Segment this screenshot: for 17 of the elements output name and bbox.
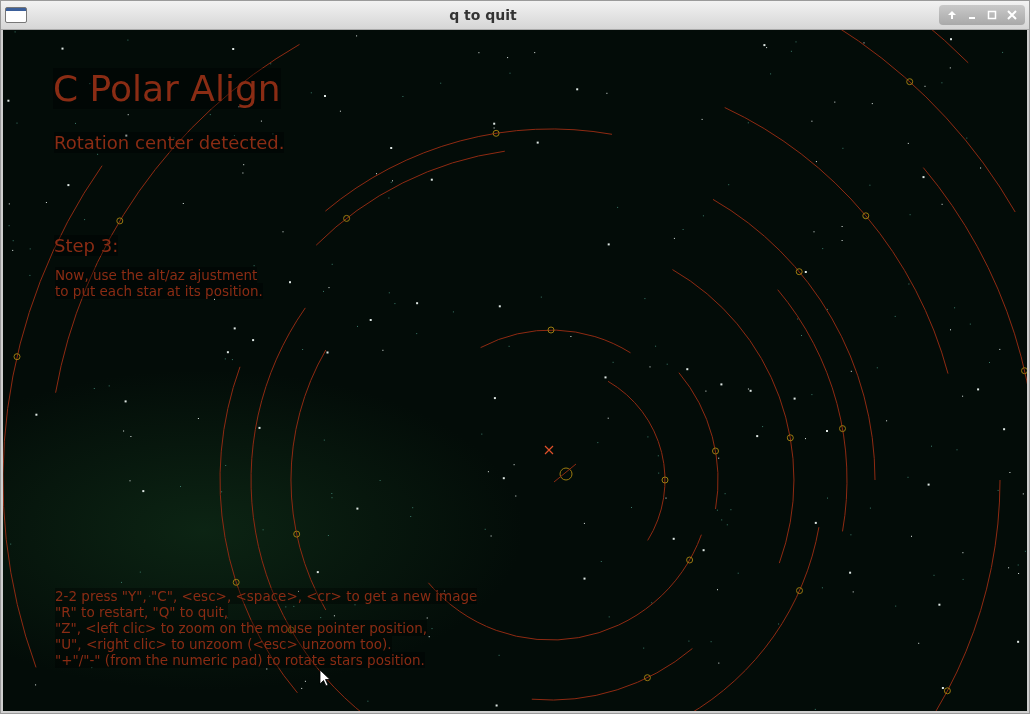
step-title: Step 3: [54,235,119,256]
help-text: "U", <right clic> to unzoom (<esc> unzoom too). [55,636,392,652]
help-text: "R" to restart, "Q" to quit, [55,604,229,620]
help-text: "Z", <left clic> to zoom on the mouse pointer position, [55,620,428,636]
window-title: q to quit [448,7,518,23]
mouse-pointer-icon [319,669,331,687]
help-text: "+"/"-" (from the numeric pad) to rotate stars position. [55,652,425,668]
instruction-text: Now, use the alt/az ajustment [55,267,258,283]
instruction-text: to put each star at its position. [55,283,263,299]
status-message: Rotation center detected. [54,132,285,153]
maximize-icon[interactable] [985,8,999,22]
window-icon[interactable] [5,7,27,23]
app-heading: C Polar Align [53,68,281,109]
help-text: 2-2 press "Y", "C", <esc>, <space>, <cr> to get a new image [55,588,478,604]
pole-target-icon [553,463,577,483]
rotation-center-icon [544,445,554,455]
close-icon[interactable] [1005,8,1019,22]
